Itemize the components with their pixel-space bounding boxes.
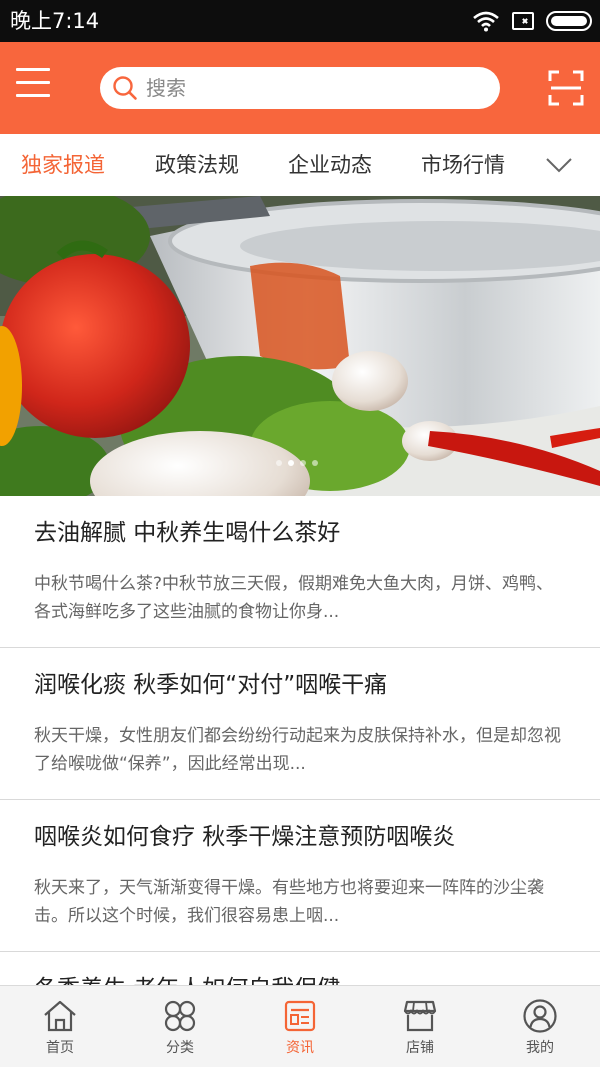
news-item[interactable]: 润喉化痰 秋季如何“对付”咽喉干痛 秋天干燥，女性朋友们都会纷纷行动起来为皮肤保… bbox=[0, 648, 600, 800]
nav-profile[interactable]: 我的 bbox=[480, 986, 600, 1067]
status-bar: 晚上7:14 bbox=[0, 0, 600, 42]
category-tabs: 独家报道 政策法规 企业动态 市场行情 bbox=[0, 134, 600, 196]
nav-news[interactable]: 资讯 bbox=[240, 986, 360, 1067]
news-summary: 秋天干燥，女性朋友们都会纷纷行动起来为皮肤保持补水，但是却忽视了给喉咙做“保养”… bbox=[34, 726, 561, 774]
nav-label: 我的 bbox=[526, 1040, 554, 1056]
nav-store[interactable]: 店铺 bbox=[360, 986, 480, 1067]
search-bar[interactable] bbox=[100, 67, 500, 109]
news-icon bbox=[284, 1000, 316, 1032]
news-item[interactable]: 去油解腻 中秋养生喝什么茶好 中秋节喝什么茶?中秋节放三天假，假期难免大鱼大肉，… bbox=[0, 496, 600, 648]
status-time: 晚上7:14 bbox=[10, 9, 100, 33]
hamburger-menu-icon[interactable] bbox=[16, 68, 50, 106]
tab-exclusive-report[interactable]: 独家报道 bbox=[21, 150, 105, 180]
nav-label: 分类 bbox=[166, 1040, 194, 1056]
news-list: 去油解腻 中秋养生喝什么茶好 中秋节喝什么茶?中秋节放三天假，假期难免大鱼大肉，… bbox=[0, 496, 600, 1012]
banner-dot[interactable] bbox=[312, 460, 318, 466]
news-summary: 中秋节喝什么茶?中秋节放三天假，假期难免大鱼大肉，月饼、鸡鸭、各式海鲜吃多了这些… bbox=[34, 574, 554, 622]
app-header bbox=[0, 42, 600, 134]
wifi-icon bbox=[473, 11, 499, 32]
news-item[interactable]: 咽喉炎如何食疗 秋季干燥注意预防咽喉炎 秋天来了，天气渐渐变得干燥。有些地方也将… bbox=[0, 800, 600, 952]
bottom-nav: 首页 分类 资讯 店铺 我的 bbox=[0, 985, 600, 1067]
banner-dot[interactable] bbox=[300, 460, 306, 466]
nav-label: 资讯 bbox=[286, 1040, 314, 1056]
banner-image bbox=[0, 196, 600, 496]
tab-company-news[interactable]: 企业动态 bbox=[288, 150, 372, 180]
news-title: 润喉化痰 秋季如何“对付”咽喉干痛 bbox=[34, 672, 388, 698]
banner-dot-active[interactable] bbox=[288, 460, 294, 466]
store-icon bbox=[403, 1000, 437, 1032]
news-title: 咽喉炎如何食疗 秋季干燥注意预防咽喉炎 bbox=[34, 824, 456, 850]
search-icon bbox=[108, 71, 142, 105]
banner-carousel[interactable] bbox=[0, 196, 600, 496]
search-input[interactable] bbox=[146, 76, 476, 100]
banner-pagination bbox=[276, 460, 318, 466]
tab-market-trends[interactable]: 市场行情 bbox=[421, 150, 505, 180]
news-title: 去油解腻 中秋养生喝什么茶好 bbox=[34, 520, 341, 546]
status-icons bbox=[472, 9, 592, 33]
category-icon bbox=[164, 1000, 196, 1032]
nav-label: 店铺 bbox=[406, 1040, 434, 1056]
battery-icon bbox=[546, 11, 592, 31]
banner-dot[interactable] bbox=[276, 460, 282, 466]
chevron-down-icon[interactable] bbox=[544, 150, 574, 180]
news-summary: 秋天来了，天气渐渐变得干燥。有些地方也将要迎来一阵阵的沙尘袭击。所以这个时候，我… bbox=[34, 878, 544, 926]
scan-icon[interactable] bbox=[548, 70, 584, 106]
home-icon bbox=[44, 1000, 76, 1032]
profile-icon bbox=[523, 999, 557, 1033]
nav-category[interactable]: 分类 bbox=[120, 986, 240, 1067]
nav-home[interactable]: 首页 bbox=[0, 986, 120, 1067]
tab-policy-regulations[interactable]: 政策法规 bbox=[155, 150, 239, 180]
nav-label: 首页 bbox=[46, 1040, 74, 1056]
sim-icon bbox=[512, 12, 534, 30]
